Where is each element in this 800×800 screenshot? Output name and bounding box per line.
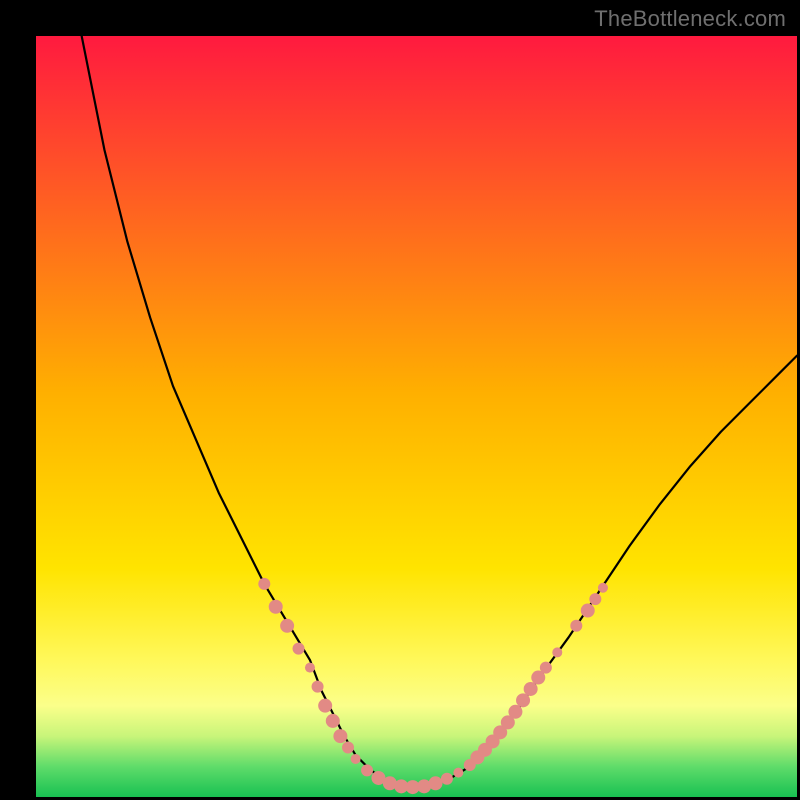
- curve-marker: [258, 578, 270, 590]
- chart-svg: [36, 36, 797, 797]
- curve-marker: [293, 643, 305, 655]
- chart-frame: TheBottleneck.com: [0, 0, 800, 800]
- curve-marker: [429, 776, 443, 790]
- curve-marker: [570, 620, 582, 632]
- curve-marker: [524, 682, 538, 696]
- curve-marker: [333, 729, 347, 743]
- curve-marker: [280, 619, 294, 633]
- curve-marker: [441, 773, 453, 785]
- curve-marker: [581, 604, 595, 618]
- curve-marker: [598, 583, 608, 593]
- curve-marker: [453, 768, 463, 778]
- curve-marker: [540, 662, 552, 674]
- curve-marker: [312, 681, 324, 693]
- watermark-text: TheBottleneck.com: [594, 6, 786, 32]
- curve-marker: [269, 600, 283, 614]
- curve-marker: [305, 663, 315, 673]
- gradient-background: [36, 36, 797, 797]
- curve-marker: [351, 754, 361, 764]
- curve-marker: [589, 593, 601, 605]
- curve-marker: [552, 647, 562, 657]
- curve-marker: [326, 714, 340, 728]
- curve-marker: [342, 742, 354, 754]
- curve-marker: [361, 764, 373, 776]
- curve-marker: [508, 705, 522, 719]
- plot-area: [36, 36, 797, 797]
- curve-marker: [516, 693, 530, 707]
- curve-marker: [318, 699, 332, 713]
